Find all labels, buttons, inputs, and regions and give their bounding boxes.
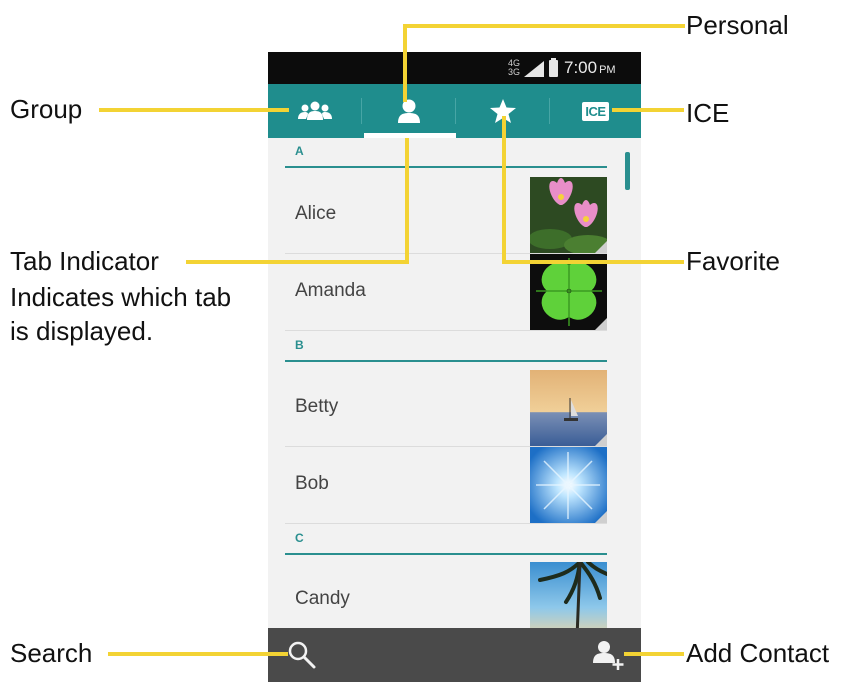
callout-tab-indicator-title: Tab Indicator [10, 246, 159, 276]
person-icon [397, 99, 420, 123]
callout-tab-indicator-desc-2: is displayed. [10, 316, 154, 346]
status-time-ampm: PM [599, 64, 616, 76]
contact-row-amanda[interactable]: Amanda [285, 254, 607, 331]
callout-tab-indicator-desc-1: Indicates which tab [10, 282, 232, 312]
group-icon [297, 101, 332, 120]
callout-favorite: Favorite [686, 246, 780, 276]
section-header-c: C [285, 525, 607, 555]
battery-icon [549, 58, 558, 77]
contact-photo-sailboat [530, 370, 607, 446]
callout-line-personal [403, 24, 407, 102]
callout-line-favorite [502, 260, 684, 264]
signal-icon [524, 61, 544, 77]
section-letter: A [295, 144, 304, 158]
callout-line-group [99, 108, 289, 112]
tab-personal[interactable] [362, 84, 455, 138]
photo-corner [595, 241, 607, 253]
contact-name: Alice [295, 203, 337, 224]
add-contact-icon [593, 641, 624, 670]
contact-row-bob[interactable]: Bob [285, 447, 607, 524]
contact-row-alice[interactable]: Alice [285, 177, 607, 254]
photo-corner [595, 318, 607, 330]
section-header-b: B [285, 332, 607, 362]
bottom-action-bar [268, 628, 641, 682]
contact-row-betty[interactable]: Betty [285, 370, 607, 447]
ice-icon: ICE [582, 101, 609, 121]
callout-line-tab-indicator [186, 260, 409, 264]
list-scrollbar[interactable] [625, 152, 630, 190]
status-bar: 4G 3G 7:00 PM [268, 52, 641, 84]
section-letter: C [295, 531, 304, 545]
callout-search: Search [10, 638, 93, 668]
contact-name: Bob [295, 473, 329, 494]
phone-screen: 4G 3G 7:00 PM ICE A Alice Amanda B Betty… [268, 52, 641, 682]
callout-group: Group [10, 94, 83, 124]
contact-list[interactable]: A Alice Amanda B Betty Bob C Candy [268, 138, 641, 628]
callout-ice: ICE [686, 98, 730, 128]
callout-line-tab-indicator [405, 138, 409, 264]
contact-name: Betty [295, 396, 339, 417]
network-indicator: 4G 3G [508, 59, 520, 77]
callout-line-search [108, 652, 288, 656]
contact-photo-clover [530, 254, 607, 330]
search-icon [288, 641, 316, 669]
callout-line-personal [403, 24, 685, 28]
callout-line-ice [612, 108, 684, 112]
contacts-tab-bar: ICE [268, 84, 641, 138]
contact-photo-palm [530, 562, 607, 628]
callout-personal: Personal [686, 10, 789, 40]
status-time: 7:00 PM [564, 58, 616, 78]
contact-photo-lotus [530, 177, 607, 253]
section-letter: B [295, 338, 304, 352]
photo-corner [595, 511, 607, 523]
contact-name: Amanda [295, 280, 366, 301]
contact-row-candy[interactable]: Candy [285, 562, 607, 628]
contact-photo-sky [530, 447, 607, 523]
status-time-value: 7:00 [564, 58, 598, 77]
section-header-a: A [285, 138, 607, 168]
contact-name: Candy [295, 588, 350, 609]
callout-add-contact: Add Contact [686, 638, 830, 668]
callout-line-add-contact [624, 652, 684, 656]
photo-corner [595, 434, 607, 446]
callout-line-favorite [502, 116, 506, 264]
network-bottom-label: 3G [508, 67, 521, 77]
